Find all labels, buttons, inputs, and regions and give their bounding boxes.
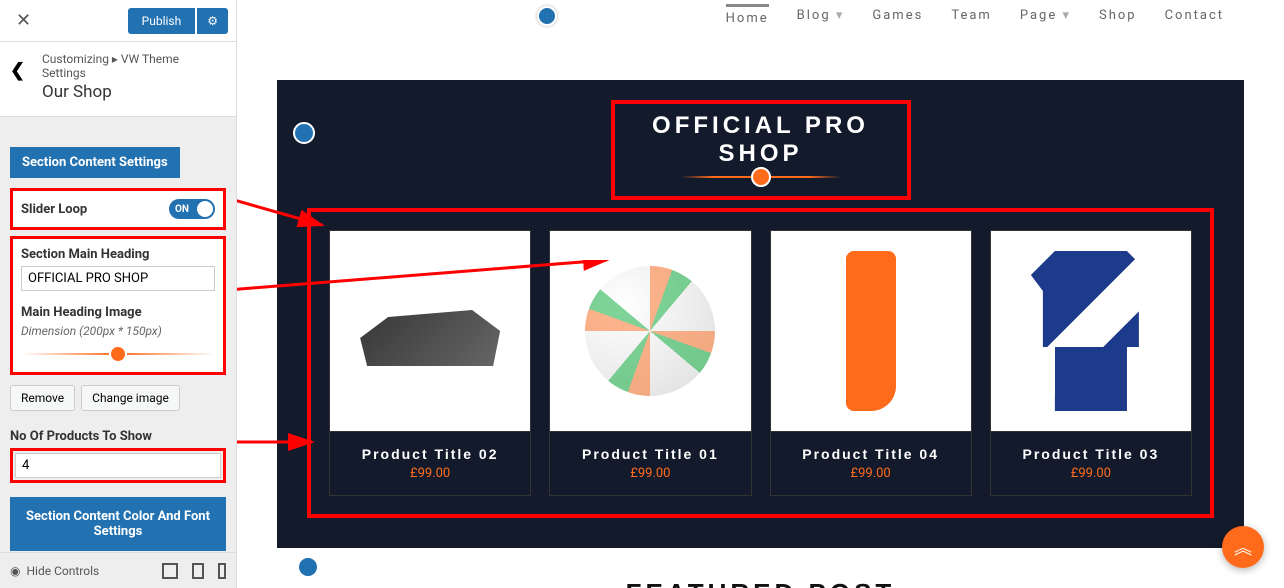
scroll-top-button[interactable]: ︽ <box>1222 526 1264 568</box>
slider-loop-label: Slider Loop <box>21 202 87 217</box>
heading-image-dimension: Dimension (200px * 150px) <box>21 324 215 338</box>
product-card[interactable]: Product Title 02 £99.00 <box>329 230 531 496</box>
product-title: Product Title 01 <box>558 446 742 462</box>
product-image <box>771 231 971 431</box>
content-settings-header: Section Content Settings <box>10 147 180 178</box>
edit-shortcut-icon[interactable] <box>293 122 315 144</box>
close-icon[interactable]: ✕ <box>8 6 39 35</box>
color-font-settings-button[interactable]: Section Content Color And Font Settings <box>10 497 226 551</box>
sidebar-footer: ◉ Hide Controls <box>0 552 236 588</box>
publish-button[interactable]: Publish <box>128 8 196 34</box>
nav-home[interactable]: Home <box>726 4 769 26</box>
num-products-input[interactable] <box>15 453 221 478</box>
device-switcher <box>162 563 226 579</box>
mobile-icon[interactable] <box>218 563 226 579</box>
sidebar-top-bar: ✕ Publish ⚙ <box>0 0 236 42</box>
nav-blog[interactable]: Blog <box>797 8 845 23</box>
breadcrumb: Customizing ▸ VW Theme Settings <box>42 52 222 80</box>
product-image <box>991 231 1191 431</box>
product-title: Product Title 02 <box>338 446 522 462</box>
change-image-button[interactable]: Change image <box>81 385 180 411</box>
num-products-wrap <box>10 448 226 483</box>
products-grid: Product Title 02 £99.00 Product Title 01… <box>307 208 1214 518</box>
section-title: Our Shop <box>42 82 222 102</box>
shop-title: OFFICIAL PRO SHOP <box>615 112 907 168</box>
product-card[interactable]: Product Title 04 £99.00 <box>770 230 972 496</box>
preview-pane: Home Blog Games Team Page Shop Contact O… <box>237 0 1284 588</box>
product-title: Product Title 04 <box>779 446 963 462</box>
title-decoration <box>615 176 907 178</box>
hide-controls-button[interactable]: ◉ Hide Controls <box>10 564 99 578</box>
desktop-icon[interactable] <box>162 563 178 579</box>
product-image <box>550 231 750 431</box>
edit-shortcut-icon[interactable] <box>297 556 319 578</box>
ball-icon <box>751 167 771 187</box>
nav-shop[interactable]: Shop <box>1099 8 1137 23</box>
shop-title-wrap: OFFICIAL PRO SHOP <box>611 100 911 200</box>
product-price: £99.00 <box>779 466 963 481</box>
product-card[interactable]: Product Title 03 £99.00 <box>990 230 1192 496</box>
slider-loop-control: Slider Loop ON <box>10 188 226 230</box>
shop-section: OFFICIAL PRO SHOP Product Title 02 £99.0… <box>277 80 1244 548</box>
back-arrow-icon[interactable]: ❮ <box>10 60 25 81</box>
main-heading-label: Section Main Heading <box>21 247 215 262</box>
breadcrumb-row: ❮ Customizing ▸ VW Theme Settings Our Sh… <box>0 42 236 117</box>
product-price: £99.00 <box>558 466 742 481</box>
product-price: £99.00 <box>999 466 1183 481</box>
publish-group: Publish ⚙ <box>128 8 228 34</box>
eye-icon: ◉ <box>10 564 20 578</box>
edit-shortcut-icon[interactable] <box>537 6 557 26</box>
nav-team[interactable]: Team <box>951 8 992 23</box>
sidebar-body[interactable]: Section Content Settings Slider Loop ON … <box>0 117 236 552</box>
chevron-up-icon: ︽ <box>1234 534 1252 560</box>
remove-button[interactable]: Remove <box>10 385 75 411</box>
main-heading-input[interactable] <box>21 266 215 291</box>
gear-icon[interactable]: ⚙ <box>197 8 228 34</box>
toggle-knob <box>197 201 213 217</box>
nav-contact[interactable]: Contact <box>1165 8 1224 23</box>
heading-image-preview <box>21 344 215 364</box>
toggle-state: ON <box>175 204 189 215</box>
ball-icon <box>109 345 127 363</box>
hide-controls-label: Hide Controls <box>26 564 99 578</box>
nav-page[interactable]: Page <box>1020 8 1071 23</box>
featured-post-title: FEATURED POST <box>237 578 1284 588</box>
product-card[interactable]: Product Title 01 £99.00 <box>549 230 751 496</box>
nav-games[interactable]: Games <box>872 8 923 23</box>
slider-loop-toggle[interactable]: ON <box>169 199 215 219</box>
heading-image-label: Main Heading Image <box>21 305 215 320</box>
product-title: Product Title 03 <box>999 446 1183 462</box>
main-heading-control: Section Main Heading Main Heading Image … <box>10 236 226 375</box>
nav-bar: Home Blog Games Team Page Shop Contact <box>237 0 1284 30</box>
tablet-icon[interactable] <box>192 563 204 579</box>
customizer-sidebar: ✕ Publish ⚙ ❮ Customizing ▸ VW Theme Set… <box>0 0 237 588</box>
num-products-label: No Of Products To Show <box>10 429 226 444</box>
product-image <box>330 231 530 431</box>
image-buttons: Remove Change image <box>10 385 226 411</box>
product-price: £99.00 <box>338 466 522 481</box>
